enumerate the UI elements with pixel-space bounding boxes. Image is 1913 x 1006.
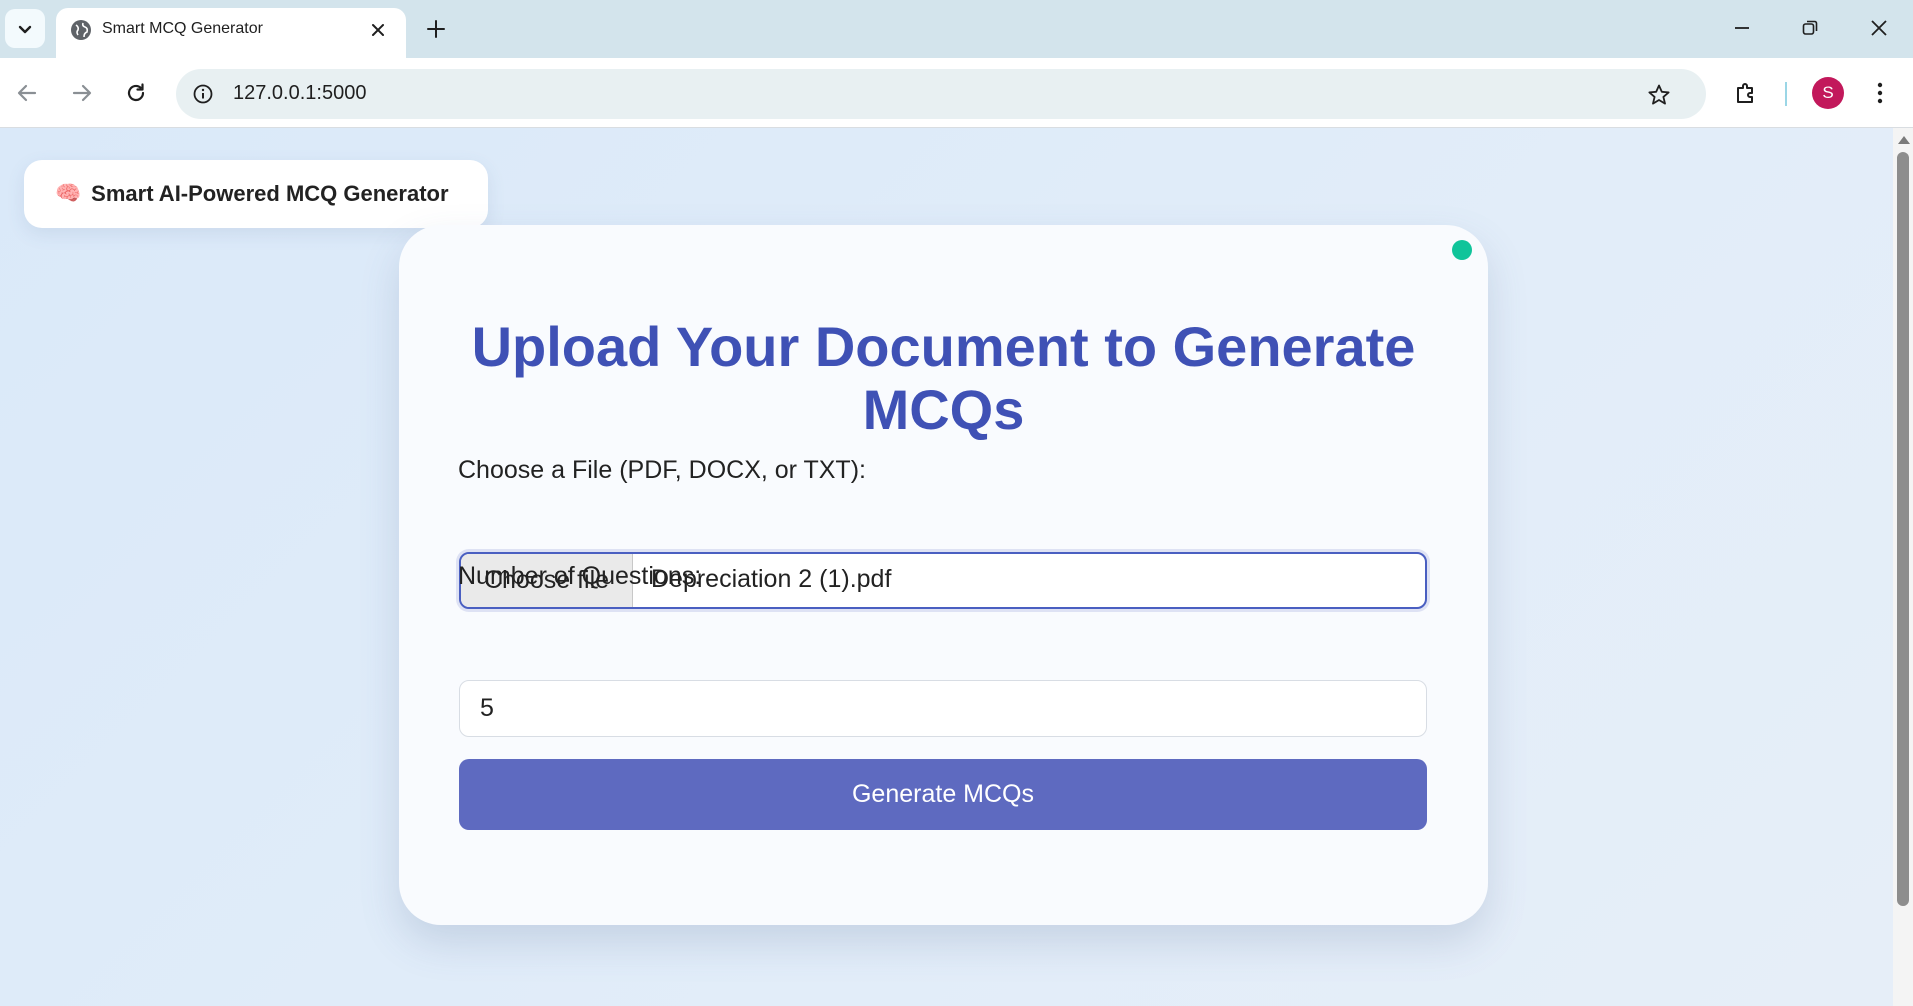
globe-icon [71, 20, 91, 40]
new-tab-button[interactable] [421, 14, 451, 44]
plus-icon [427, 20, 445, 38]
page-title: Upload Your Document to Generate MCQs [471, 315, 1416, 441]
profile-avatar[interactable]: S [1812, 77, 1844, 109]
page-scrollbar[interactable] [1893, 128, 1913, 1006]
tab-search-button[interactable] [5, 9, 45, 48]
kebab-menu-icon [1877, 82, 1883, 104]
generate-mcqs-button[interactable]: Generate MCQs [459, 759, 1427, 830]
restore-icon [1802, 20, 1818, 35]
question-count-label: Number of Questions: [458, 562, 702, 590]
brain-icon: 🧠 [55, 182, 82, 205]
brand-badge: 🧠 Smart AI-Powered MCQ Generator [24, 160, 488, 228]
tab-close-button[interactable] [368, 20, 388, 40]
puzzle-icon [1737, 83, 1753, 103]
minimize-button[interactable] [1714, 8, 1770, 48]
url-text: 127.0.0.1:5000 [233, 82, 367, 104]
scroll-thumb[interactable] [1897, 152, 1909, 906]
file-label: Choose a File (PDF, DOCX, or TXT): [458, 456, 866, 484]
window-close-button[interactable] [1851, 8, 1907, 48]
back-button[interactable] [7, 73, 47, 113]
back-arrow-icon [17, 84, 37, 102]
reload-button[interactable] [116, 73, 156, 113]
toolbar-separator [1785, 82, 1787, 106]
close-icon [372, 24, 384, 36]
extensions-button[interactable] [1726, 73, 1766, 113]
tab-title: Smart MCQ Generator [102, 20, 263, 37]
upload-card: Upload Your Document to Generate MCQs Ch… [399, 225, 1488, 925]
reload-icon [127, 83, 145, 102]
question-count-input[interactable] [459, 680, 1427, 737]
browser-toolbar: 127.0.0.1:5000 S [0, 58, 1913, 128]
star-icon [1648, 84, 1670, 105]
chevron-down-icon [18, 25, 32, 33]
browser-tab[interactable]: Smart MCQ Generator [56, 8, 406, 58]
minimize-icon [1735, 27, 1749, 29]
forward-button[interactable] [62, 73, 102, 113]
bookmark-button[interactable] [1641, 77, 1677, 113]
brand-title: Smart AI-Powered MCQ Generator [91, 181, 449, 206]
browser-menu-button[interactable] [1862, 73, 1898, 113]
tab-strip: Smart MCQ Generator [0, 0, 1913, 58]
address-bar[interactable]: 127.0.0.1:5000 [176, 69, 1706, 119]
status-dot-icon [1452, 240, 1472, 260]
close-icon [1871, 20, 1887, 36]
restore-button[interactable] [1782, 8, 1838, 48]
info-icon [193, 84, 213, 104]
forward-arrow-icon [72, 84, 92, 102]
site-info-button[interactable] [188, 79, 218, 109]
scroll-up-arrow-icon[interactable] [1898, 136, 1910, 144]
page-viewport: 🧠 Smart AI-Powered MCQ Generator Upload … [0, 128, 1893, 1006]
